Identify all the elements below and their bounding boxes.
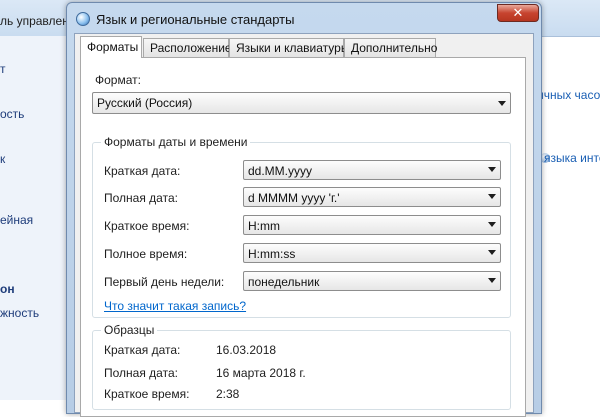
format-label: Формат: [95,73,141,87]
sample-long-date-label: Полная дата: [104,366,178,380]
help-link[interactable]: Что значит такая запись? [104,299,246,313]
format-select[interactable]: Русский (Россия) [92,92,511,114]
right-link-clock[interactable]: ичных часо [537,88,600,102]
right-link-language[interactable]: языка инте [544,151,600,165]
tab-advanced-label: Дополнительно [351,41,438,55]
long-date-label: Полная дата: [104,191,178,205]
datetime-formats-title: Форматы даты и времени [101,135,251,149]
chevron-down-icon [488,222,496,227]
tab-advanced[interactable]: Дополнительно [344,38,438,57]
control-panel-path: ль управлен [0,14,69,28]
sidebar-link-1[interactable]: т [0,62,6,76]
chevron-down-icon [488,194,496,199]
first-day-select[interactable]: понедельник [243,271,501,291]
close-icon: ✕ [512,5,524,20]
long-time-label: Полное время: [104,247,188,261]
long-date-select[interactable]: d MMMM yyyy 'г.' [243,187,501,207]
sidebar-link-3[interactable]: к [0,152,5,166]
long-date-value: d MMMM yyyy 'г.' [248,191,340,205]
tab-languages-keyboards[interactable]: Языки и клавиатуры [229,38,349,57]
chevron-down-icon [488,278,496,283]
sample-short-date-label: Краткая дата: [104,343,181,357]
sidebar-link-current[interactable]: он [0,282,15,296]
short-date-select[interactable]: dd.MM.yyyy [243,160,501,180]
dialog-title: Язык и региональные стандарты [96,12,295,27]
sample-short-time-label: Краткое время: [104,387,190,401]
short-time-value: H:mm [248,219,280,233]
short-time-label: Краткое время: [104,219,190,233]
close-button[interactable]: ✕ [497,4,539,22]
short-time-select[interactable]: H:mm [243,215,501,235]
short-date-label: Краткая дата: [104,164,181,178]
sidebar-link-2[interactable]: ость [0,107,24,121]
sample-short-date-value: 16.03.2018 [216,343,277,357]
tab-formats[interactable]: Форматы [80,36,142,58]
tab-formats-label: Форматы [87,40,139,54]
long-time-value: H:mm:ss [248,247,296,261]
tab-location-label: Расположение [150,41,232,55]
samples-title: Образцы [101,323,158,337]
first-day-value: понедельник [248,275,320,289]
sample-short-time-value: 2:38 [216,387,240,401]
short-date-value: dd.MM.yyyy [248,164,313,178]
chevron-down-icon [488,167,496,172]
dialog-titlebar[interactable]: Язык и региональные стандарты ✕ [67,3,541,33]
globe-icon [76,12,90,26]
sidebar-link-4[interactable]: ейная [0,213,33,227]
format-select-value: Русский (Россия) [97,96,193,110]
chevron-down-icon [498,101,506,106]
tab-location[interactable]: Расположение [143,38,232,57]
first-day-label: Первый день недели: [104,275,225,289]
tab-languages-label: Языки и клавиатуры [236,41,350,55]
long-time-select[interactable]: H:mm:ss [243,243,501,263]
chevron-down-icon [488,250,496,255]
sample-long-date-value: 16 марта 2018 г. [216,366,306,380]
sidebar-link-6[interactable]: жность [0,306,39,320]
